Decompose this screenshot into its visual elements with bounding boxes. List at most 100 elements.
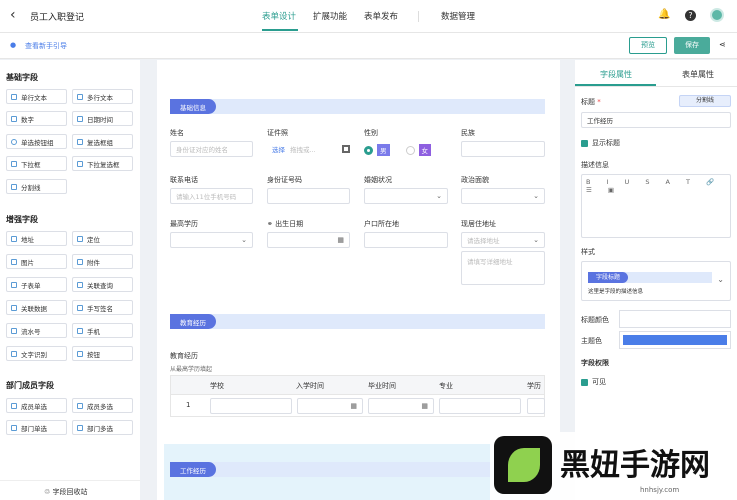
- field-member-multi[interactable]: 成员多选: [72, 398, 133, 413]
- female-tag: 女: [418, 144, 431, 156]
- field-attachment[interactable]: 附件: [72, 254, 133, 269]
- field-multi-text[interactable]: 多行文本: [72, 89, 133, 104]
- tab-form-design[interactable]: 表单设计: [262, 10, 296, 22]
- watermark-url: hnhsjy.com: [640, 486, 680, 494]
- id-photo-uploader[interactable]: 选择 拖拽或...: [267, 141, 350, 157]
- idno-input[interactable]: [267, 188, 350, 204]
- help-icon[interactable]: ?: [685, 10, 696, 21]
- recycle-label: 字段回收站: [52, 488, 88, 496]
- style-preview-title: 字段标题: [588, 272, 629, 283]
- section-band-education[interactable]: [170, 314, 545, 329]
- hukou-label: 户口所在地: [364, 220, 399, 228]
- tab-publish[interactable]: 表单发布: [364, 10, 398, 22]
- bell-icon[interactable]: 🔔: [658, 9, 670, 20]
- field-related-data[interactable]: 关联数据: [6, 300, 67, 315]
- field-ocr[interactable]: 文字识别: [6, 346, 67, 361]
- tab-extensions[interactable]: 扩展功能: [313, 10, 347, 22]
- tab-data-management[interactable]: 数据管理: [441, 10, 475, 22]
- section-band-work[interactable]: [170, 462, 545, 477]
- marital-label: 婚姻状况: [364, 176, 392, 184]
- guide-link[interactable]: 查看新手引导: [25, 41, 67, 51]
- link-icon: ⚭: [267, 220, 276, 228]
- field-button[interactable]: 按钮: [72, 346, 133, 361]
- school-cell-input[interactable]: [210, 398, 292, 414]
- save-button[interactable]: 保存: [674, 37, 710, 54]
- major-cell-input[interactable]: [439, 398, 521, 414]
- education-select[interactable]: ⌄: [170, 232, 253, 248]
- choose-link[interactable]: 选择: [272, 144, 285, 154]
- gender-radio-group: 男 女: [364, 143, 444, 157]
- field-number[interactable]: 数字: [6, 111, 67, 126]
- field-single-text[interactable]: 单行文本: [6, 89, 67, 104]
- field-phone[interactable]: 手机: [72, 323, 133, 338]
- section-band-basic[interactable]: [170, 99, 545, 114]
- ethnicity-input[interactable]: [461, 141, 545, 157]
- address-detail-input[interactable]: 请填写详细地址: [461, 251, 545, 285]
- divider-button-label: 分割线: [695, 97, 714, 104]
- share-icon[interactable]: ⋖: [719, 40, 726, 49]
- title-color-picker[interactable]: [619, 310, 731, 328]
- field-member-single[interactable]: 成员单选: [6, 398, 67, 413]
- field-dept-multi[interactable]: 部门多选: [72, 420, 133, 435]
- rich-text-toolbar: B I U S A T 🔗 ☰ ▣: [586, 178, 722, 194]
- field-serial-number[interactable]: 流水号: [6, 323, 67, 338]
- phone-input[interactable]: 请输入11位手机号码: [170, 188, 253, 204]
- field-palette: 基础字段 单行文本 多行文本 数字 日期时间 单选按钮组 复选框组 下拉框 下拉…: [0, 60, 140, 500]
- description-editor[interactable]: B I U S A T 🔗 ☰ ▣: [581, 174, 731, 238]
- field-image[interactable]: 图片: [6, 254, 67, 269]
- field-dropdown-multi[interactable]: 下拉复选框: [72, 156, 133, 171]
- preview-button[interactable]: 预览: [629, 37, 667, 54]
- field-divider[interactable]: 分割线: [6, 179, 67, 194]
- field-label: 下拉复选框: [87, 160, 120, 169]
- recycle-bin-button[interactable]: ♲ 字段回收站: [44, 487, 88, 497]
- field-signature[interactable]: 手写签名: [72, 300, 133, 315]
- table-icon: [11, 281, 17, 288]
- location-icon: ●: [10, 41, 17, 49]
- theme-color-picker[interactable]: [619, 331, 731, 349]
- show-title-label: 显示标题: [592, 139, 620, 147]
- field-related-query[interactable]: 关联查询: [72, 277, 133, 292]
- avatar[interactable]: [710, 8, 724, 22]
- serial-icon: [11, 327, 17, 334]
- enroll-cell-input[interactable]: ▦: [297, 398, 363, 414]
- permission-label: 字段权限: [581, 359, 609, 367]
- phone-placeholder: 请输入11位手机号码: [176, 193, 237, 201]
- col-major: 专业: [439, 382, 453, 390]
- dropdown-multi-icon: [77, 160, 83, 167]
- birthdate-input[interactable]: ▦: [267, 232, 350, 248]
- scan-icon: [11, 350, 17, 357]
- name-input[interactable]: 身份证对应的姓名: [170, 141, 253, 157]
- theme-color-swatch: [623, 335, 727, 345]
- qr-code-icon[interactable]: [342, 145, 350, 153]
- show-title-checkbox[interactable]: 显示标题: [581, 138, 620, 148]
- tab-form-properties[interactable]: 表单属性: [682, 69, 714, 80]
- field-datetime[interactable]: 日期时间: [72, 111, 133, 126]
- field-radio-group[interactable]: 单选按钮组: [6, 134, 67, 149]
- field-label: 单行文本: [21, 93, 47, 102]
- gender-label: 性别: [364, 129, 378, 137]
- degree-cell-input[interactable]: [527, 398, 545, 414]
- male-tag: 男: [377, 144, 390, 156]
- divider-button[interactable]: 分割线: [679, 95, 731, 107]
- style-select[interactable]: 字段标题 这里是字段的描述信息 ⌄: [581, 261, 731, 301]
- title-input[interactable]: 工作经历: [581, 112, 731, 128]
- address-select[interactable]: 请选择地址 ⌄: [461, 232, 545, 248]
- political-select[interactable]: ⌄: [461, 188, 545, 204]
- back-icon[interactable]: ‹: [10, 7, 16, 23]
- field-address[interactable]: 地址: [6, 231, 67, 246]
- field-subform[interactable]: 子表单: [6, 277, 67, 292]
- marital-select[interactable]: ⌄: [364, 188, 448, 204]
- field-label: 数字: [21, 115, 34, 124]
- radio-female[interactable]: [405, 145, 415, 155]
- tab-field-properties[interactable]: 字段属性: [600, 69, 632, 80]
- edu-table-header: [170, 375, 545, 395]
- field-geolocation[interactable]: 定位: [72, 231, 133, 246]
- hukou-input[interactable]: [364, 232, 448, 248]
- graduate-cell-input[interactable]: ▦: [368, 398, 434, 414]
- radio-male[interactable]: [364, 145, 373, 155]
- field-checkbox-group[interactable]: 复选框组: [72, 134, 133, 149]
- field-dept-single[interactable]: 部门单选: [6, 420, 67, 435]
- visible-checkbox[interactable]: 可见: [581, 377, 606, 387]
- phone-label: 联系电话: [170, 176, 198, 184]
- field-dropdown[interactable]: 下拉框: [6, 156, 67, 171]
